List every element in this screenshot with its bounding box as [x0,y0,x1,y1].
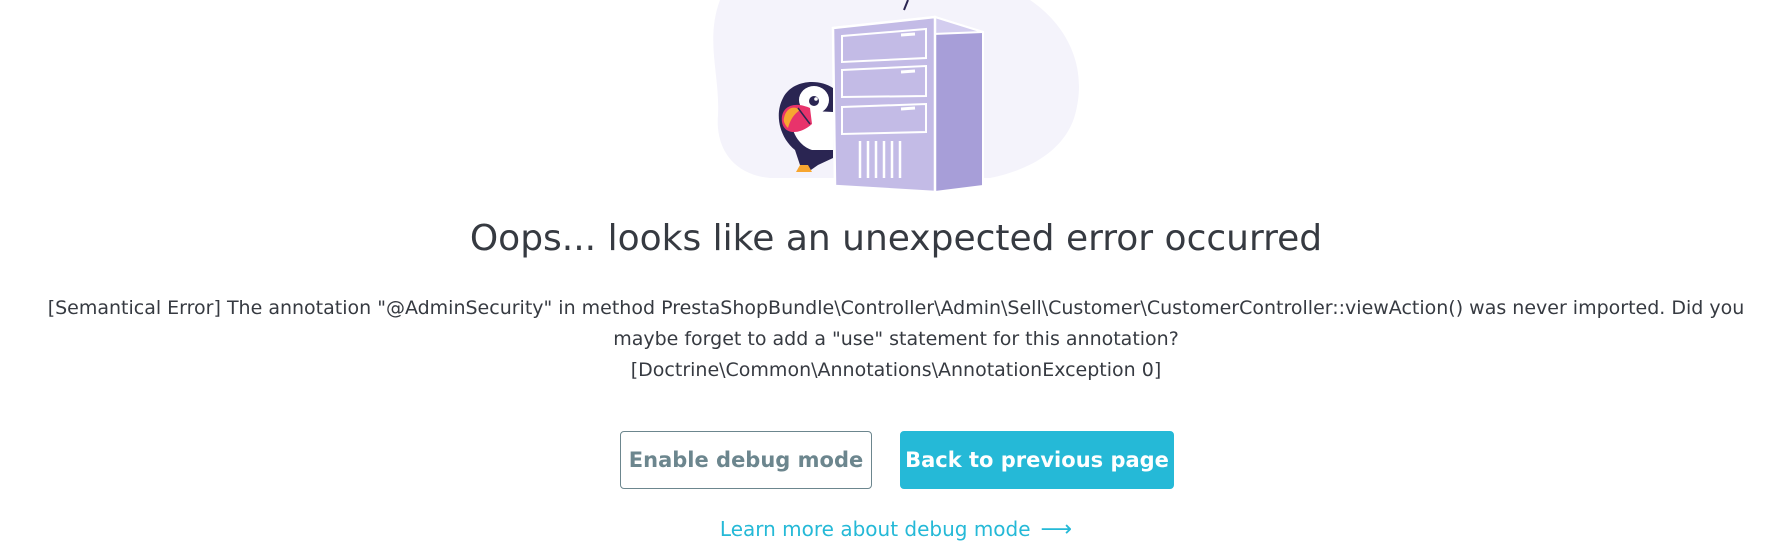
enable-debug-mode-button[interactable]: Enable debug mode [620,431,872,489]
server-icon [831,15,984,194]
error-message-line: maybe forget to add a "use" statement fo… [613,328,1179,350]
error-title: Oops... looks like an unexpected error o… [469,218,1323,259]
learn-more-label: Learn more about debug mode [719,517,1031,541]
error-illustration [713,0,1079,194]
learn-more-debug-link[interactable]: Learn more about debug mode ⟶ [0,514,1792,545]
error-page: Oops... looks like an unexpected error o… [0,0,1792,557]
action-buttons: Enable debug mode Back to previous page [0,431,1792,491]
back-to-previous-page-button[interactable]: Back to previous page [900,431,1174,489]
error-message-line: [Doctrine\Common\Annotations\AnnotationE… [630,359,1162,381]
arrow-right-icon: ⟶ [1040,517,1073,542]
error-message-line: [Semantical Error] The annotation "@Admi… [47,297,1745,319]
error-message: [Semantical Error] The annotation "@Admi… [10,293,1782,386]
